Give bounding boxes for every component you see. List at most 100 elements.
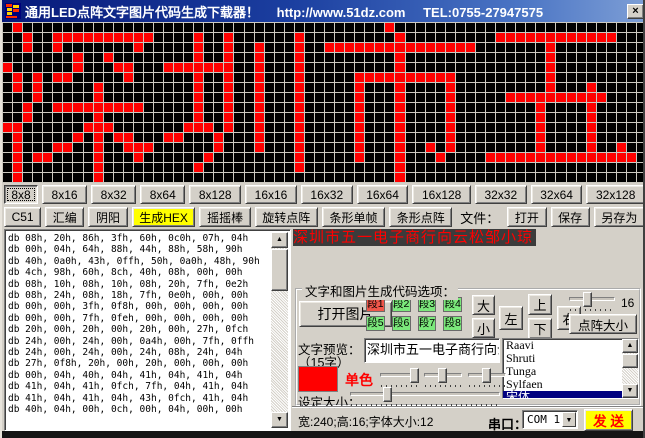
led-cell[interactable]: [84, 33, 93, 42]
led-cell[interactable]: [496, 163, 505, 172]
led-cell[interactable]: [174, 23, 183, 32]
led-cell[interactable]: [416, 143, 425, 152]
led-cell[interactable]: [587, 163, 596, 172]
led-cell[interactable]: [164, 143, 173, 152]
led-cell[interactable]: [426, 133, 435, 142]
led-cell[interactable]: [104, 93, 113, 102]
led-cell[interactable]: [607, 63, 616, 72]
led-cell[interactable]: [305, 103, 314, 112]
led-cell[interactable]: [526, 63, 535, 72]
led-cell[interactable]: [23, 113, 32, 122]
led-cell[interactable]: [214, 143, 223, 152]
led-cell[interactable]: [33, 33, 42, 42]
led-cell[interactable]: [245, 103, 254, 112]
led-cell[interactable]: [164, 173, 173, 182]
led-cell[interactable]: [395, 73, 404, 82]
led-cell[interactable]: [295, 113, 304, 122]
led-cell[interactable]: [395, 163, 404, 172]
led-cell[interactable]: [154, 133, 163, 142]
led-cell[interactable]: [486, 123, 495, 132]
led-cell[interactable]: [536, 63, 545, 72]
led-cell[interactable]: [476, 143, 485, 152]
led-cell[interactable]: [567, 143, 576, 152]
led-cell[interactable]: [617, 43, 626, 52]
led-cell[interactable]: [617, 133, 626, 142]
led-cell[interactable]: [325, 133, 334, 142]
led-cell[interactable]: [426, 33, 435, 42]
led-cell[interactable]: [506, 133, 515, 142]
led-cell[interactable]: [627, 153, 636, 162]
led-cell[interactable]: [416, 83, 425, 92]
led-cell[interactable]: [315, 93, 324, 102]
led-cell[interactable]: [184, 103, 193, 112]
led-cell[interactable]: [295, 153, 304, 162]
led-cell[interactable]: [305, 53, 314, 62]
led-cell[interactable]: [73, 163, 82, 172]
led-cell[interactable]: [295, 123, 304, 132]
led-cell[interactable]: [567, 113, 576, 122]
led-cell[interactable]: [607, 73, 616, 82]
led-cell[interactable]: [3, 103, 12, 112]
led-cell[interactable]: [13, 83, 22, 92]
led-cell[interactable]: [144, 103, 153, 112]
led-cell[interactable]: [466, 23, 475, 32]
led-cell[interactable]: [23, 33, 32, 42]
led-cell[interactable]: [385, 113, 394, 122]
led-cell[interactable]: [204, 153, 213, 162]
led-cell[interactable]: [305, 93, 314, 102]
led-cell[interactable]: [305, 83, 314, 92]
led-cell[interactable]: [174, 113, 183, 122]
led-cell[interactable]: [134, 123, 143, 132]
led-cell[interactable]: [265, 133, 274, 142]
led-cell[interactable]: [567, 33, 576, 42]
led-cell[interactable]: [375, 103, 384, 112]
move-down-button[interactable]: 下: [528, 318, 552, 339]
led-cell[interactable]: [466, 93, 475, 102]
led-cell[interactable]: [456, 63, 465, 72]
led-cell[interactable]: [154, 103, 163, 112]
led-cell[interactable]: [446, 63, 455, 72]
led-cell[interactable]: [436, 73, 445, 82]
led-cell[interactable]: [43, 43, 52, 52]
led-cell[interactable]: [214, 123, 223, 132]
led-cell[interactable]: [567, 83, 576, 92]
led-cell[interactable]: [53, 73, 62, 82]
led-cell[interactable]: [134, 83, 143, 92]
led-cell[interactable]: [436, 83, 445, 92]
led-cell[interactable]: [546, 113, 555, 122]
led-cell[interactable]: [265, 23, 274, 32]
led-cell[interactable]: [204, 103, 213, 112]
led-cell[interactable]: [446, 23, 455, 32]
led-cell[interactable]: [385, 23, 394, 32]
led-cell[interactable]: [224, 93, 233, 102]
matrix-size-button-8x64[interactable]: 8x64: [140, 185, 185, 204]
led-cell[interactable]: [486, 43, 495, 52]
led-cell[interactable]: [53, 63, 62, 72]
led-cell[interactable]: [496, 83, 505, 92]
led-cell[interactable]: [104, 173, 113, 182]
led-cell[interactable]: [406, 53, 415, 62]
led-cell[interactable]: [124, 173, 133, 182]
led-cell[interactable]: [255, 93, 264, 102]
led-cell[interactable]: [43, 63, 52, 72]
led-cell[interactable]: [385, 103, 394, 112]
led-cell[interactable]: [214, 113, 223, 122]
led-cell[interactable]: [154, 83, 163, 92]
led-cell[interactable]: [355, 43, 364, 52]
led-cell[interactable]: [144, 83, 153, 92]
led-cell[interactable]: [587, 123, 596, 132]
led-cell[interactable]: [567, 63, 576, 72]
led-cell[interactable]: [375, 163, 384, 172]
led-cell[interactable]: [496, 23, 505, 32]
led-cell[interactable]: [94, 73, 103, 82]
led-cell[interactable]: [325, 123, 334, 132]
led-cell[interactable]: [144, 163, 153, 172]
led-cell[interactable]: [144, 173, 153, 182]
led-cell[interactable]: [446, 43, 455, 52]
led-cell[interactable]: [416, 43, 425, 52]
led-cell[interactable]: [335, 163, 344, 172]
led-cell[interactable]: [406, 143, 415, 152]
led-cell[interactable]: [23, 153, 32, 162]
led-cell[interactable]: [73, 43, 82, 52]
led-cell[interactable]: [104, 123, 113, 132]
